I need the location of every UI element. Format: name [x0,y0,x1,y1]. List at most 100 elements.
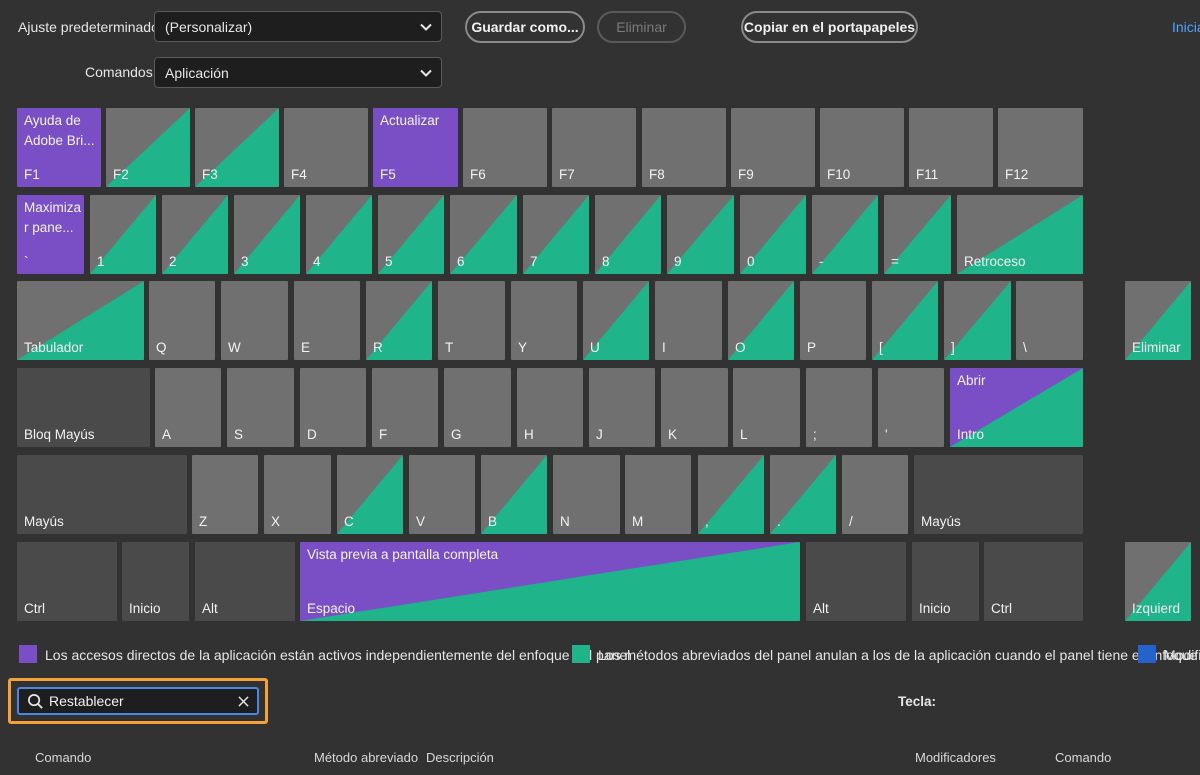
commands-dropdown[interactable]: Aplicación [154,57,442,88]
key-ctrl-right[interactable]: Ctrl [984,542,1083,621]
key-left-arrow[interactable]: Izquierd [1125,542,1191,621]
key-tab[interactable]: Tabulador [17,281,144,360]
key-k9[interactable]: 9 [667,195,734,274]
key-label: Mayús [24,514,64,529]
key-f1[interactable]: F1 Ayuda de Adobe Bri... [17,108,101,187]
legend-panel-text: Los métodos abreviados del panel anulan … [598,647,1198,663]
key-backtick[interactable]: ` Maximizar pane... [17,195,84,274]
column-command[interactable]: Comando [35,750,91,765]
key-l[interactable]: L [733,368,800,447]
key-shift-right[interactable]: Mayús [914,455,1083,534]
column-command-right[interactable]: Comando [1055,750,1111,765]
key-a[interactable]: A [155,368,221,447]
key-f10[interactable]: F10 [820,108,904,187]
key-lbracket[interactable]: [ [872,281,938,360]
key-minus[interactable]: - [812,195,878,274]
column-shortcut[interactable]: Método abreviado [314,750,418,765]
key-k2[interactable]: 2 [162,195,228,274]
key-backspace[interactable]: Retroceso [957,195,1083,274]
key-label: / [849,514,853,529]
key-enter[interactable]: Intro Abrir [950,368,1083,447]
key-k0[interactable]: 0 [740,195,806,274]
key-label: H [524,427,534,442]
key-quote[interactable]: ' [878,368,944,447]
key-alt-left[interactable]: Alt [195,542,295,621]
key-f9[interactable]: F9 [731,108,815,187]
key-f12[interactable]: F12 [998,108,1083,187]
key-f8[interactable]: F8 [642,108,726,187]
key-equals[interactable]: = [884,195,951,274]
key-i[interactable]: I [655,281,722,360]
clear-icon[interactable] [238,696,249,707]
key-c[interactable]: C [337,455,403,534]
key-z[interactable]: Z [192,455,258,534]
key-label: Alt [813,601,829,616]
key-capslock[interactable]: Bloq Mayús [17,368,150,447]
key-comma[interactable]: , [698,455,764,534]
copy-to-clipboard-button[interactable]: Copiar en el portapapeles [741,11,918,43]
key-f[interactable]: F [372,368,438,447]
key-backslash[interactable]: \ [1016,281,1083,360]
key-period[interactable]: . [770,455,836,534]
key-label: J [596,427,603,442]
column-description[interactable]: Descripción [426,750,494,765]
key-f2[interactable]: F2 [106,108,190,187]
key-g[interactable]: G [444,368,511,447]
key-b[interactable]: B [481,455,547,534]
save-as-button[interactable]: Guardar como... [465,11,585,43]
key-f3[interactable]: F3 [195,108,279,187]
key-f6[interactable]: F6 [463,108,547,187]
key-h[interactable]: H [517,368,583,447]
key-slash[interactable]: / [842,455,908,534]
key-j[interactable]: J [589,368,655,447]
key-space[interactable]: Espacio Vista previa a pantalla completa [300,542,800,621]
key-shift-left[interactable]: Mayús [17,455,187,534]
key-k[interactable]: K [661,368,728,447]
start-link[interactable]: Inicia [1172,19,1200,35]
key-n[interactable]: N [553,455,620,534]
key-label: . [777,514,781,529]
key-delete[interactable]: Eliminar [1125,281,1191,360]
key-rbracket[interactable]: ] [944,281,1011,360]
key-label: Inicio [129,601,161,616]
key-k6[interactable]: 6 [450,195,517,274]
key-label: [ [879,340,883,355]
key-p[interactable]: P [800,281,866,360]
key-e[interactable]: E [294,281,360,360]
key-k5[interactable]: 5 [378,195,444,274]
key-k4[interactable]: 4 [306,195,372,274]
key-f5[interactable]: F5 Actualizar [373,108,458,187]
key-r[interactable]: R [366,281,432,360]
key-f4[interactable]: F4 [284,108,368,187]
key-k7[interactable]: 7 [523,195,589,274]
delete-button[interactable]: Eliminar [597,11,686,43]
key-label: 0 [747,254,755,269]
key-u[interactable]: U [583,281,649,360]
key-w[interactable]: W [221,281,288,360]
key-y[interactable]: Y [511,281,577,360]
key-k3[interactable]: 3 [234,195,300,274]
search-input[interactable] [49,691,229,711]
key-label: Q [156,340,167,355]
key-s[interactable]: S [227,368,294,447]
key-home-right[interactable]: Inicio [912,542,979,621]
key-label: F6 [470,167,486,182]
key-q[interactable]: Q [149,281,215,360]
column-modifiers[interactable]: Modificadores [915,750,996,765]
key-k1[interactable]: 1 [90,195,156,274]
key-f11[interactable]: F11 [909,108,993,187]
key-m[interactable]: M [625,455,691,534]
key-alt-right[interactable]: Alt [806,542,906,621]
key-k8[interactable]: 8 [595,195,661,274]
key-home-left[interactable]: Inicio [122,542,189,621]
key-v[interactable]: V [409,455,475,534]
preset-dropdown[interactable]: (Personalizar) [154,11,442,42]
key-semicolon[interactable]: ; [806,368,872,447]
key-ctrl-left[interactable]: Ctrl [17,542,117,621]
key-x[interactable]: X [264,455,331,534]
key-t[interactable]: T [438,281,505,360]
key-o[interactable]: O [728,281,794,360]
key-f7[interactable]: F7 [552,108,636,187]
search-field[interactable] [17,687,259,715]
key-d[interactable]: D [300,368,366,447]
